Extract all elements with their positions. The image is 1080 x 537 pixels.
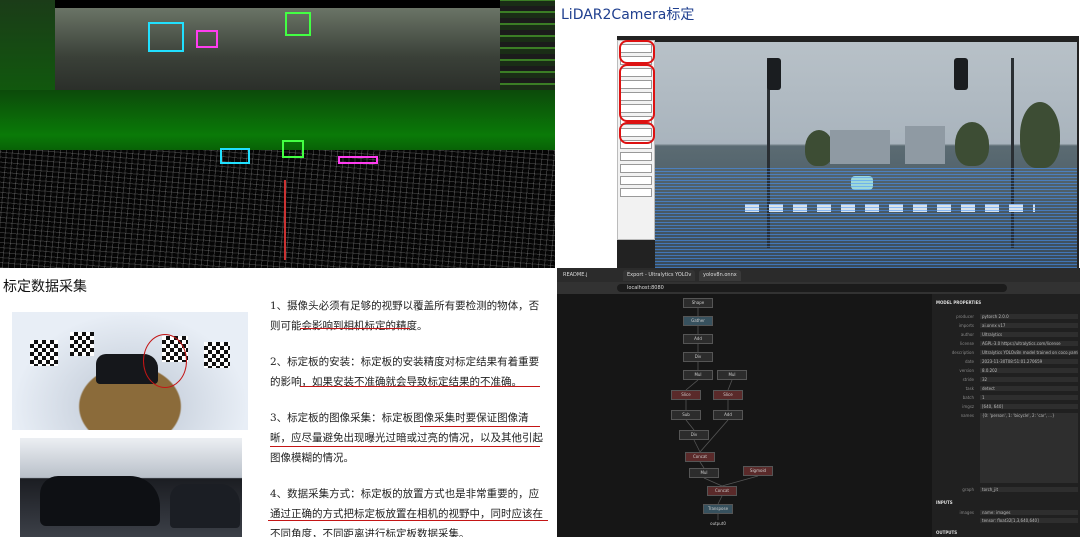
prop-value: 1 bbox=[980, 395, 1078, 400]
red-underline bbox=[300, 328, 410, 329]
camera-view bbox=[655, 42, 1077, 268]
bbox-3d bbox=[282, 140, 304, 158]
prop-key: imports bbox=[958, 323, 974, 328]
checkerboard bbox=[30, 340, 58, 366]
lidar-pointcloud-panel bbox=[0, 0, 555, 268]
pointcloud-ground bbox=[0, 150, 555, 268]
building bbox=[830, 130, 890, 164]
projected-lidar-points bbox=[655, 168, 1077, 268]
prop-value: Ultralytics bbox=[980, 332, 1078, 337]
right-noise-strip bbox=[500, 0, 555, 90]
tree bbox=[955, 122, 989, 166]
prop-key: imgsz bbox=[962, 404, 974, 409]
car bbox=[40, 476, 160, 526]
bbox-3d bbox=[148, 22, 184, 52]
red-underline bbox=[270, 446, 540, 447]
model-properties-sidebar: MODEL PROPERTIES producer pytorch 2.0.0 i… bbox=[932, 294, 1080, 537]
traffic-light bbox=[767, 58, 781, 90]
building bbox=[905, 126, 945, 164]
param-field[interactable] bbox=[620, 152, 652, 161]
car bbox=[170, 484, 240, 528]
section-header: OUTPUTS bbox=[936, 530, 958, 535]
graph-edges bbox=[685, 308, 759, 520]
paragraph-1: 1、摄像头必须有足够的视野以覆盖所有要检测的物体，否则可能会影响到相机标定的精度… bbox=[270, 300, 540, 332]
browser-tab-bar: README.j Export - Ultralytics YOLOv yolo… bbox=[557, 268, 1080, 282]
prop-key: images bbox=[959, 510, 974, 515]
bbox-3d bbox=[196, 30, 218, 48]
car-closeup-photo bbox=[20, 438, 242, 537]
red-annotation-circle bbox=[143, 334, 187, 388]
prop-key: version bbox=[959, 368, 974, 373]
paragraph-3: 3、标定板的图像采集：标定板图像采集时要保证图像清晰，应尽量避免出现曝光过暗或过… bbox=[270, 412, 543, 464]
prop-value: tensor: float32[1,3,640,640] bbox=[980, 518, 1078, 523]
prop-key: author bbox=[960, 332, 974, 337]
panel-title: 标定数据采集 bbox=[3, 279, 87, 295]
prop-value: ai.onnx v17 bbox=[980, 323, 1078, 328]
param-field[interactable] bbox=[620, 188, 652, 197]
prop-value: detect bbox=[980, 386, 1078, 391]
paragraph-4: 4、数据采集方式：标定板的放置方式也是非常重要的，应通过正确的方式把标定板放置在… bbox=[270, 488, 543, 537]
tree bbox=[1020, 102, 1060, 168]
prop-value: pytorch 2.0.0 bbox=[980, 314, 1078, 319]
trajectory-line bbox=[284, 180, 286, 260]
param-field[interactable] bbox=[620, 176, 652, 185]
panel-title: LiDAR2Camera标定 bbox=[561, 7, 695, 23]
lidar2camera-panel: LiDAR2Camera标定 bbox=[555, 0, 1080, 268]
prop-value: AGPL-3.0 https://ultralytics.com/license bbox=[980, 341, 1078, 346]
prop-key: producer bbox=[956, 314, 974, 319]
red-annotation-circle bbox=[619, 122, 655, 144]
section-header: MODEL PROPERTIES bbox=[936, 300, 982, 305]
tree bbox=[805, 130, 833, 166]
calibration-turntable-photo bbox=[12, 312, 248, 430]
prop-key: license bbox=[960, 341, 974, 346]
netron-browser-panel: README.j Export - Ultralytics YOLOv yolo… bbox=[557, 268, 1080, 537]
prop-key: date bbox=[964, 359, 974, 364]
red-annotation-circle bbox=[619, 40, 655, 64]
param-field[interactable] bbox=[620, 164, 652, 173]
red-underline bbox=[420, 426, 540, 427]
address-bar[interactable]: localhost:8080 bbox=[617, 284, 1007, 292]
tab-readme[interactable]: README.j bbox=[559, 270, 591, 281]
red-underline bbox=[300, 386, 540, 387]
prop-key: stride bbox=[962, 377, 974, 382]
tab-export[interactable]: Export - Ultralytics YOLOv bbox=[623, 270, 696, 281]
prop-value: 8.0.202 bbox=[980, 368, 1078, 373]
prop-value: name: images bbox=[980, 510, 1078, 515]
bbox-3d bbox=[338, 156, 378, 164]
section-header: INPUTS bbox=[936, 500, 953, 505]
red-annotation-circle bbox=[619, 64, 655, 122]
prop-value: torch_jit bbox=[980, 487, 1078, 492]
camera-road-strip bbox=[55, 8, 500, 90]
prop-value: [640, 640] bbox=[980, 404, 1078, 409]
prop-key: names bbox=[960, 413, 974, 418]
prop-value: {0: 'person', 1: 'bicycle', 2: 'car', ..… bbox=[980, 413, 1078, 483]
checkerboard bbox=[204, 342, 230, 368]
prop-key: task bbox=[965, 386, 974, 391]
prop-key: graph bbox=[962, 487, 974, 492]
checkerboard bbox=[70, 332, 94, 356]
prop-value: 32 bbox=[980, 377, 1078, 382]
traffic-light bbox=[954, 58, 968, 90]
prop-key: description bbox=[951, 350, 974, 355]
prop-key: batch bbox=[962, 395, 974, 400]
bbox-3d bbox=[220, 148, 250, 164]
bbox-3d bbox=[285, 12, 311, 36]
prop-value: Ultralytics YOLOv8n model trained on coc… bbox=[980, 350, 1078, 355]
model-graph-canvas[interactable]: Shape Gather Add Div Mul Mul Slice Slice… bbox=[557, 294, 932, 537]
tab-onnx[interactable]: yolov8n.onnx bbox=[699, 270, 741, 281]
red-underline bbox=[268, 520, 548, 521]
prop-value: 2023-11-30T08:51:01.270659 bbox=[980, 359, 1078, 364]
calibration-doc-panel: 标定数据采集 1、摄像头必须有足够的视野以覆盖所有要检测的物体，否则可能会影响到… bbox=[0, 268, 555, 537]
